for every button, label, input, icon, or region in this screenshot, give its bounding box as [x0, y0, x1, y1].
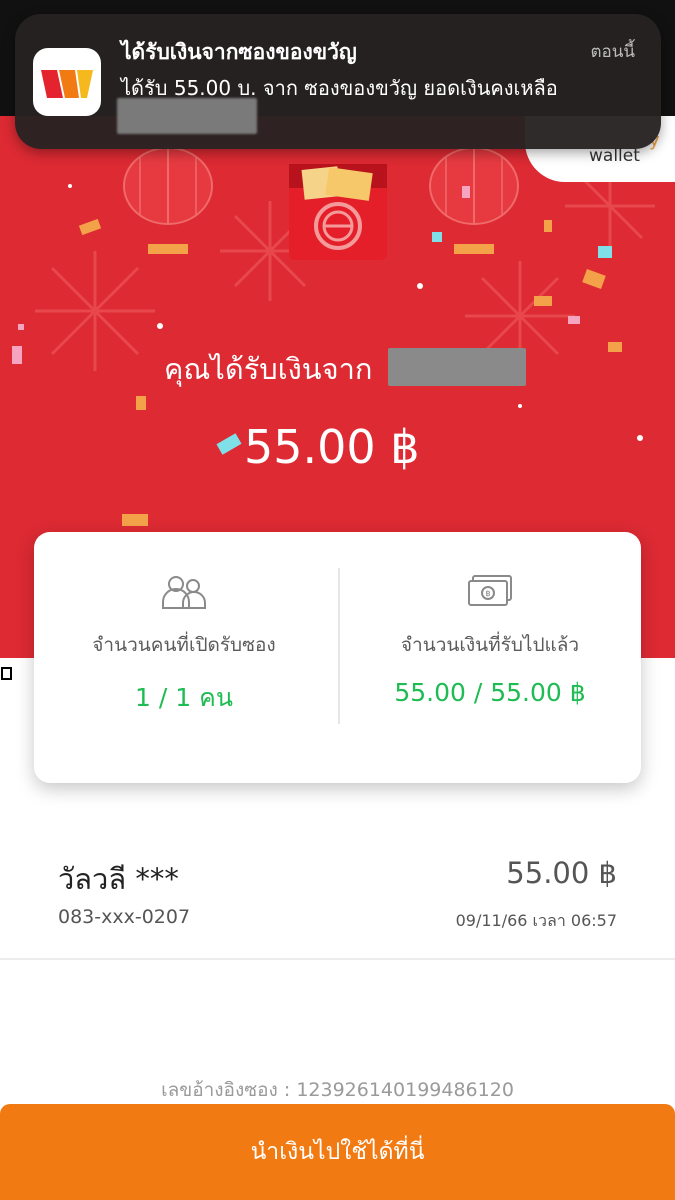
recipient-amount: 55.00 ฿ [506, 856, 617, 890]
sender-name-redacted [388, 348, 526, 386]
summary-card: จำนวนคนที่เปิดรับซอง 1 / 1 คน ฿ จำนวนเงิ… [34, 532, 641, 783]
recipient-date: 09/11/66 เวลา 06:57 [455, 911, 617, 930]
openers-label: จำนวนคนที่เปิดรับซอง [92, 634, 276, 656]
svg-text:฿: ฿ [485, 589, 490, 598]
use-money-button[interactable]: นำเงินไปใช้ได้ที่นี่ [0, 1104, 675, 1200]
recipient-phone: 083-xxx-0207 [58, 906, 191, 928]
glyph-box [1, 667, 12, 680]
notification-time: ตอนนี้ [590, 42, 636, 62]
people-icon [162, 576, 206, 609]
wallet-brand-text: wallet [589, 146, 640, 166]
truemoney-wallet-icon [33, 48, 101, 116]
notification-title: ได้รับเงินจากซองของขวัญ [121, 40, 357, 64]
row-divider [0, 958, 675, 960]
received-value: 55.00 / 55.00 ฿ [394, 678, 586, 707]
balance-redacted [117, 98, 257, 134]
openers-column: จำนวนคนที่เปิดรับซอง 1 / 1 คน [34, 532, 334, 783]
push-notification[interactable]: ได้รับเงินจากซองของขวัญ ตอนนี้ ได้รับ 55… [15, 14, 661, 149]
recipient-name: วัลวลี *** [58, 862, 179, 896]
received-amount: 55.00 ฿ [244, 420, 420, 474]
received-label: จำนวนเงินที่รับไปแล้ว [400, 634, 580, 656]
banknote-icon: ฿ [468, 575, 512, 606]
red-envelope-icon [289, 164, 387, 260]
received-from-label: คุณได้รับเงินจาก [164, 352, 373, 386]
envelope-reference: เลขอ้างอิงซอง : 123926140199486120 [161, 1079, 514, 1101]
openers-value: 1 / 1 คน [135, 683, 233, 712]
received-column: ฿ จำนวนเงินที่รับไปแล้ว 55.00 / 55.00 ฿ [340, 532, 640, 783]
